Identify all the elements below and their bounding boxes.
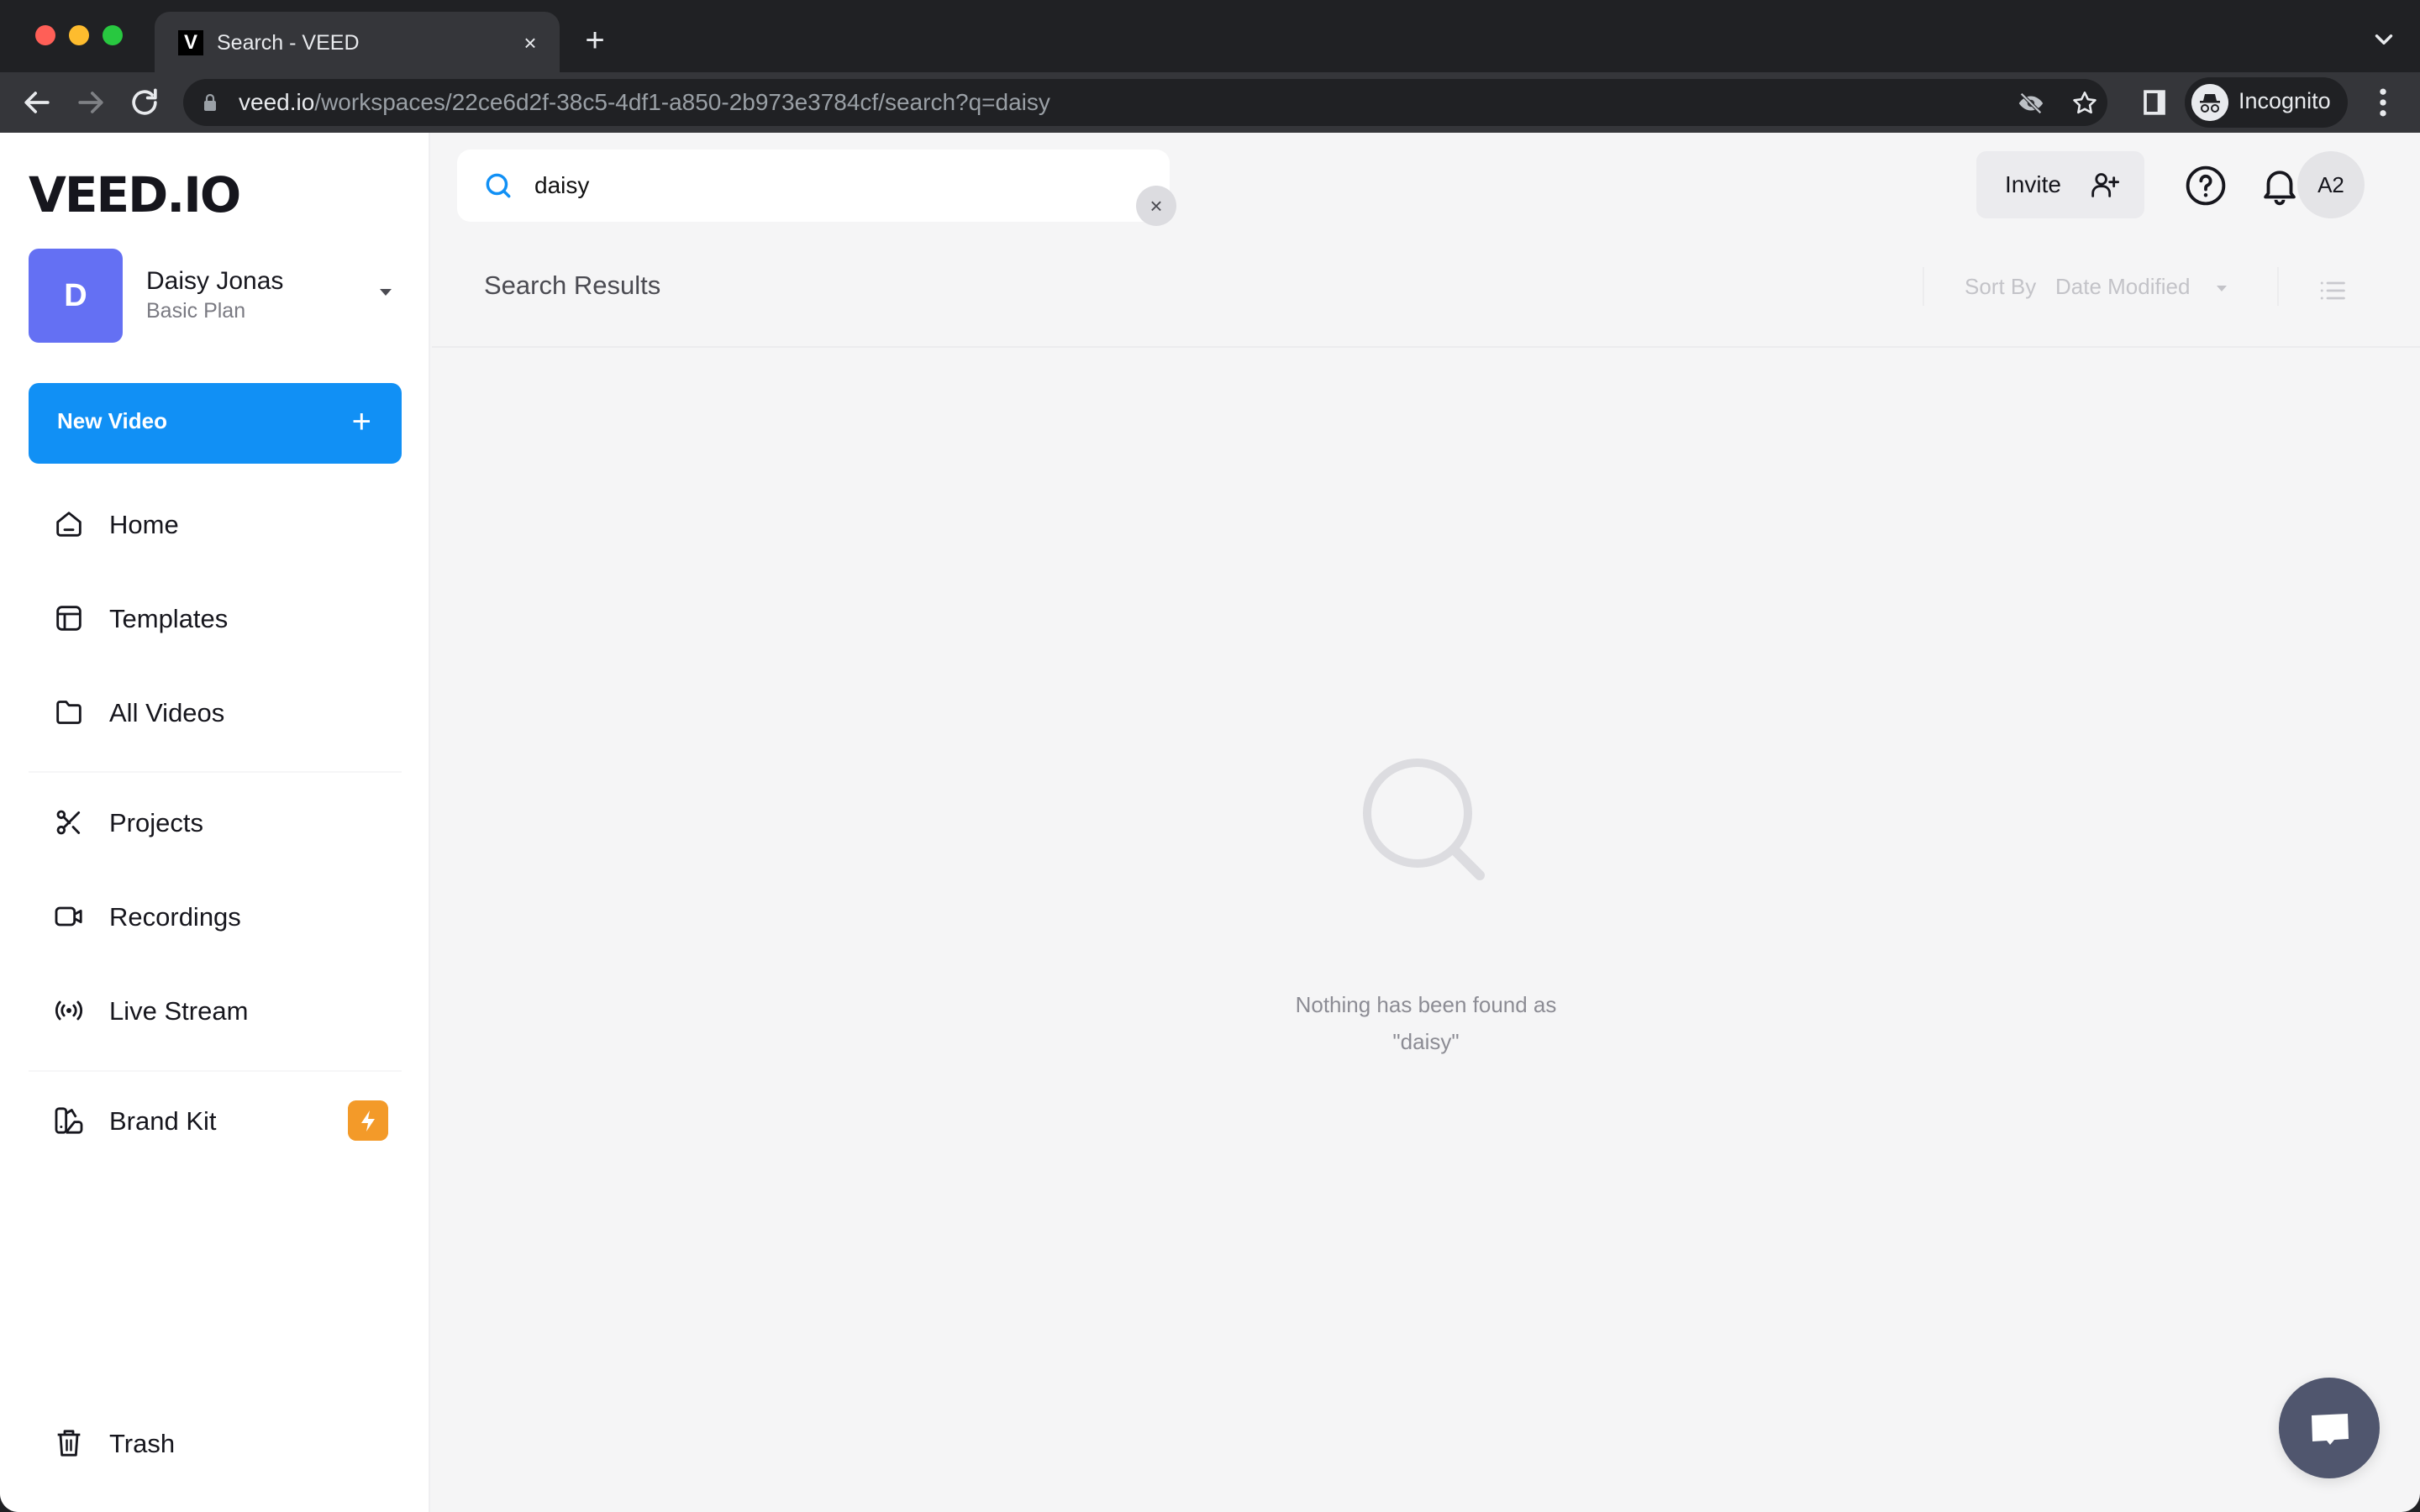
sidebar-item-brand-kit[interactable]: Brand Kit: [52, 1095, 405, 1146]
incognito-profile-button[interactable]: Incognito: [2185, 77, 2348, 128]
new-video-button[interactable]: New Video +: [29, 383, 402, 464]
sidebar-divider: [29, 771, 402, 773]
sort-dropdown[interactable]: Date Modified: [2055, 274, 2190, 300]
templates-icon: [56, 606, 82, 631]
sidebar-divider: [29, 1070, 402, 1072]
home-icon: [56, 512, 82, 537]
sidebar-item-label: Recordings: [109, 902, 241, 932]
sort-divider: [1923, 267, 1924, 306]
support-chat-button[interactable]: [2279, 1378, 2380, 1478]
back-arrow-icon[interactable]: [18, 84, 55, 121]
workspace-switcher[interactable]: D Daisy Jonas Basic Plan: [29, 249, 403, 343]
broadcast-icon: [55, 1000, 82, 1021]
side-panel-icon[interactable]: [2136, 84, 2173, 121]
sidebar-item-templates[interactable]: Templates: [52, 593, 405, 643]
lock-icon: [204, 93, 216, 111]
caret-down-icon: [2217, 286, 2227, 291]
tab-close-button[interactable]: ×: [516, 29, 544, 57]
sort-by-label: Sort By: [1965, 274, 2037, 299]
user-avatar[interactable]: A2: [2297, 151, 2365, 218]
invite-button[interactable]: Invite: [1976, 151, 2144, 218]
url-text[interactable]: veed.io/workspaces/22ce6d2f-38c5-4df1-a8…: [239, 87, 1050, 118]
forward-arrow-icon[interactable]: [72, 84, 109, 121]
caret-down-icon: [380, 289, 392, 296]
workspace-name: Daisy Jonas: [146, 267, 284, 295]
sidebar-item-label: Live Stream: [109, 996, 249, 1026]
empty-message-line: Nothing has been found as: [1295, 992, 1557, 1017]
sidebar-item-trash[interactable]: Trash: [52, 1418, 405, 1468]
view-divider: [2277, 267, 2279, 306]
lightning-icon: [348, 1100, 388, 1141]
sidebar-item-label: Projects: [109, 808, 203, 837]
address-bar[interactable]: veed.io/workspaces/22ce6d2f-38c5-4df1-a8…: [183, 79, 2107, 126]
empty-message: Nothing has been found as "daisy": [1258, 986, 1594, 1060]
browser-titlebar: V Search - VEED × +: [0, 0, 2420, 81]
notification-bell-icon[interactable]: [2257, 163, 2302, 208]
page-title: Search Results: [484, 270, 661, 300]
window-zoom-button[interactable]: [103, 25, 123, 45]
folder-icon: [56, 701, 82, 724]
veed-logo[interactable]: VEED.IO: [29, 166, 241, 223]
sidebar-item-home[interactable]: Home: [52, 499, 405, 549]
browser-menu-kebab-icon[interactable]: [2365, 84, 2402, 121]
sidebar-item-label: Brand Kit: [109, 1106, 217, 1136]
search-input[interactable]: [534, 166, 1039, 205]
trash-icon: [57, 1430, 81, 1457]
help-icon[interactable]: [2183, 163, 2228, 208]
video-camera-icon: [55, 906, 82, 927]
sidebar-item-label: Home: [109, 510, 179, 539]
clear-search-button[interactable]: ×: [1136, 186, 1176, 226]
browser-tab[interactable]: V Search - VEED ×: [155, 12, 560, 81]
tab-list-chevron-icon[interactable]: [2370, 25, 2398, 54]
reload-icon[interactable]: [126, 84, 163, 121]
sidebar-item-projects[interactable]: Projects: [52, 797, 405, 848]
tab-title: Search - VEED: [217, 31, 360, 55]
url-host: veed.io: [239, 89, 315, 115]
incognito-icon: [2191, 84, 2228, 121]
sidebar-item-label: All Videos: [109, 698, 225, 727]
plus-icon: +: [351, 403, 371, 440]
sidebar-item-recordings[interactable]: Recordings: [52, 891, 405, 942]
magnifier-empty-icon: [1363, 759, 1485, 880]
empty-message-query: "daisy": [1392, 1029, 1460, 1054]
sidebar-item-live-stream[interactable]: Live Stream: [52, 985, 405, 1036]
list-view-icon[interactable]: [2317, 276, 2348, 306]
main-header: × Invite A2 Search Results Sort By Date …: [432, 133, 2420, 348]
brand-kit-icon: [55, 1107, 83, 1134]
tracking-protection-eye-off-icon[interactable]: [2017, 89, 2045, 118]
window-close-button[interactable]: [35, 25, 55, 45]
sidebar-item-all-videos[interactable]: All Videos: [52, 687, 405, 738]
new-video-label: New Video: [57, 408, 168, 433]
url-path: /workspaces/22ce6d2f-38c5-4df1-a850-2b97…: [314, 89, 1050, 115]
chat-bubble-icon: [2312, 1414, 2349, 1445]
veed-app: VEED.IO D Daisy Jonas Basic Plan New Vid…: [0, 133, 2420, 1512]
window-minimize-button[interactable]: [69, 25, 89, 45]
scissors-icon: [56, 810, 81, 835]
invite-label: Invite: [2005, 171, 2061, 197]
sidebar-item-label: Templates: [109, 604, 229, 633]
incognito-label: Incognito: [2238, 88, 2331, 113]
add-user-icon: [2091, 173, 2120, 197]
new-tab-button[interactable]: +: [578, 24, 612, 57]
veed-favicon-icon: V: [178, 30, 203, 55]
empty-state: Nothing has been found as "daisy": [432, 754, 2420, 1060]
sidebar: VEED.IO D Daisy Jonas Basic Plan New Vid…: [0, 133, 430, 1512]
search-bar[interactable]: ×: [457, 150, 1176, 226]
bookmark-star-icon[interactable]: [2070, 89, 2099, 118]
sidebar-item-label: Trash: [109, 1429, 176, 1458]
search-icon: [486, 173, 511, 198]
workspace-plan: Basic Plan: [146, 299, 246, 323]
browser-toolbar: veed.io/workspaces/22ce6d2f-38c5-4df1-a8…: [0, 72, 2420, 133]
workspace-avatar: D: [29, 249, 123, 343]
